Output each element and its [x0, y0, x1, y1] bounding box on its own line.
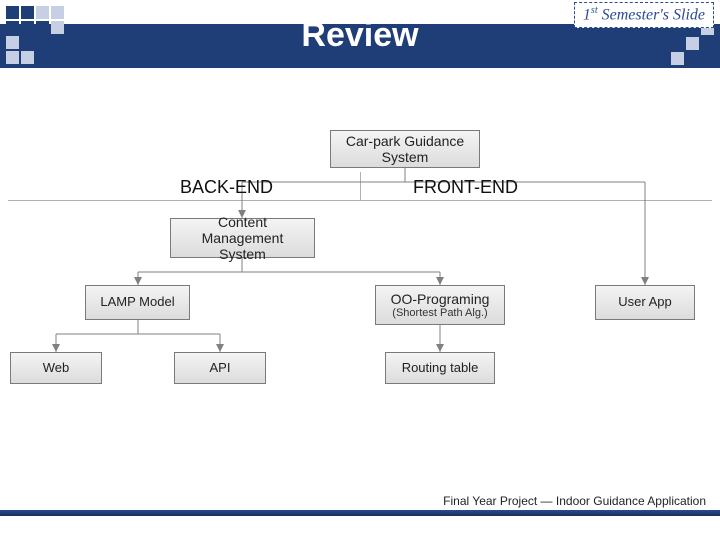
- node-lamp: LAMP Model: [85, 285, 190, 320]
- node-oo-l1: OO-Programing: [391, 291, 490, 307]
- section-underline: [8, 200, 712, 201]
- node-web: Web: [10, 352, 102, 384]
- node-oo: OO-Programing (Shortest Path Alg.): [375, 285, 505, 325]
- node-root: Car-park Guidance System: [330, 130, 480, 168]
- node-cms: Content Management System: [170, 218, 315, 258]
- node-api-label: API: [210, 361, 231, 376]
- badge-sup: st: [591, 5, 598, 16]
- slide-root: Review 1st Semester's Slide: [0, 0, 720, 540]
- node-root-l2: System: [382, 149, 429, 165]
- node-cms-l2: Management System: [177, 230, 308, 262]
- footer-band: [0, 510, 720, 516]
- footer-text: Final Year Project — Indoor Guidance App…: [443, 494, 706, 508]
- node-cms-l1: Content: [218, 214, 267, 230]
- node-user: User App: [595, 285, 695, 320]
- node-web-label: Web: [43, 361, 70, 376]
- semester-badge: 1st Semester's Slide: [574, 2, 714, 28]
- badge-rest: Semester's Slide: [598, 6, 705, 23]
- node-lamp-label: LAMP Model: [100, 295, 174, 310]
- node-root-l1: Car-park Guidance: [346, 133, 464, 149]
- section-label-front: FRONT-END: [413, 177, 518, 198]
- badge-prefix: 1: [583, 6, 591, 23]
- node-user-label: User App: [618, 295, 671, 310]
- node-api: API: [174, 352, 266, 384]
- section-divider: [360, 172, 361, 200]
- node-oo-l2: (Shortest Path Alg.): [392, 307, 487, 320]
- node-routing-label: Routing table: [402, 361, 479, 376]
- section-label-back: BACK-END: [180, 177, 273, 198]
- node-routing: Routing table: [385, 352, 495, 384]
- diagram-canvas: BACK-END FRONT-END Car-park Guidance Sys…: [0, 120, 720, 480]
